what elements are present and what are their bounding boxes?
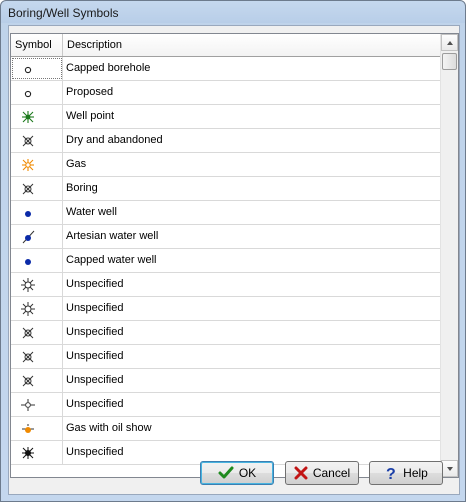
description-cell[interactable]: Gas: [63, 153, 86, 176]
description-cell[interactable]: Well point: [63, 105, 114, 128]
vertical-scrollbar[interactable]: [440, 34, 458, 477]
table-row[interactable]: Unspecified: [11, 297, 441, 321]
slashed-dot-icon: [22, 230, 35, 244]
green-starburst-icon: [22, 111, 34, 123]
description-cell[interactable]: Unspecified: [63, 369, 123, 392]
column-header-symbol[interactable]: Symbol: [11, 34, 63, 56]
symbol-cell[interactable]: [11, 153, 63, 176]
dialog-window: Boring/Well Symbols Symbol Description C…: [0, 0, 466, 502]
description-cell[interactable]: Unspecified: [63, 345, 123, 368]
filled-dot-icon: [25, 211, 31, 217]
symbols-table: Symbol Description Capped borehole Propos…: [10, 33, 459, 478]
table-row[interactable]: Dry and abandoned: [11, 129, 441, 153]
title-bar[interactable]: Boring/Well Symbols: [1, 1, 465, 25]
table-row[interactable]: Unspecified: [11, 369, 441, 393]
table-body: Capped borehole Proposed Well point Dry and…: [11, 57, 441, 465]
table-row[interactable]: Water well: [11, 201, 441, 225]
table-row[interactable]: Proposed: [11, 81, 441, 105]
black-spiked-dot-icon: [22, 447, 34, 459]
symbol-cell[interactable]: [11, 177, 63, 200]
crossed-circle-icon: [22, 375, 34, 387]
red-x-icon: [294, 466, 308, 480]
small-circle-icon: [24, 66, 32, 74]
crossed-circle-icon: [22, 327, 34, 339]
table-header: Symbol Description: [11, 34, 441, 57]
scroll-down-button[interactable]: [441, 460, 458, 477]
symbol-cell[interactable]: [11, 417, 63, 440]
symbol-cell[interactable]: [11, 225, 63, 248]
table-row[interactable]: Gas: [11, 153, 441, 177]
question-mark-icon: ?: [386, 466, 396, 481]
column-header-description[interactable]: Description: [63, 34, 441, 56]
description-cell[interactable]: Unspecified: [63, 441, 123, 464]
symbol-cell[interactable]: [11, 81, 63, 104]
table-row[interactable]: Unspecified: [11, 321, 441, 345]
symbol-cell[interactable]: [11, 369, 63, 392]
symbol-cell[interactable]: [11, 345, 63, 368]
table-row[interactable]: Unspecified: [11, 345, 441, 369]
crossed-circle-icon: [22, 135, 34, 147]
symbol-cell[interactable]: [11, 441, 63, 464]
symbol-cell[interactable]: [11, 57, 63, 80]
table-row[interactable]: Artesian water well: [11, 225, 441, 249]
symbol-cell[interactable]: [11, 129, 63, 152]
window-title: Boring/Well Symbols: [8, 6, 119, 20]
description-cell[interactable]: Dry and abandoned: [63, 129, 163, 152]
spiked-circle-icon: [21, 302, 35, 316]
orange-oil-gas-icon: [22, 424, 34, 433]
filled-dot-icon: [25, 259, 31, 265]
table-row[interactable]: Unspecified: [11, 393, 441, 417]
scroll-up-button[interactable]: [441, 34, 458, 51]
svg-text:?: ?: [386, 466, 396, 481]
help-button-label: Help: [403, 466, 428, 480]
table-row[interactable]: Boring: [11, 177, 441, 201]
spiked-circle-icon: [21, 278, 35, 292]
description-cell[interactable]: Proposed: [63, 81, 113, 104]
ok-button[interactable]: OK: [200, 461, 274, 485]
symbol-cell[interactable]: [11, 105, 63, 128]
dashed-circle-icon: [21, 399, 35, 411]
description-cell[interactable]: Gas with oil show: [63, 417, 152, 440]
table-row[interactable]: Well point: [11, 105, 441, 129]
symbol-cell[interactable]: [11, 393, 63, 416]
cancel-button-label: Cancel: [312, 466, 351, 480]
description-cell[interactable]: Boring: [63, 177, 98, 200]
orange-starburst-icon: [22, 159, 34, 171]
scroll-thumb[interactable]: [442, 53, 457, 70]
arrow-up-icon: [447, 41, 453, 45]
cancel-button[interactable]: Cancel: [285, 461, 359, 485]
symbol-cell[interactable]: [11, 273, 63, 296]
table-row[interactable]: Capped borehole: [11, 57, 441, 81]
help-button[interactable]: ? Help: [369, 461, 443, 485]
symbol-cell[interactable]: [11, 201, 63, 224]
dialog-body: Symbol Description Capped borehole Propos…: [8, 25, 460, 495]
description-cell[interactable]: Artesian water well: [63, 225, 158, 248]
small-circle-icon: [24, 90, 32, 98]
crossed-circle-icon: [22, 351, 34, 363]
arrow-down-icon: [447, 467, 453, 471]
table-row[interactable]: Gas with oil show: [11, 417, 441, 441]
table-row[interactable]: Unspecified: [11, 273, 441, 297]
symbol-cell[interactable]: [11, 249, 63, 272]
crossed-circle-icon: [22, 183, 34, 195]
description-cell[interactable]: Unspecified: [63, 297, 123, 320]
description-cell[interactable]: Unspecified: [63, 393, 123, 416]
symbol-cell[interactable]: [11, 297, 63, 320]
table-row[interactable]: Capped water well: [11, 249, 441, 273]
description-cell[interactable]: Unspecified: [63, 273, 123, 296]
description-cell[interactable]: Water well: [63, 201, 117, 224]
description-cell[interactable]: Unspecified: [63, 321, 123, 344]
description-cell[interactable]: Capped borehole: [63, 57, 150, 80]
description-cell[interactable]: Capped water well: [63, 249, 157, 272]
checkmark-icon: [218, 466, 234, 479]
symbol-cell[interactable]: [11, 321, 63, 344]
ok-button-label: OK: [238, 466, 257, 480]
